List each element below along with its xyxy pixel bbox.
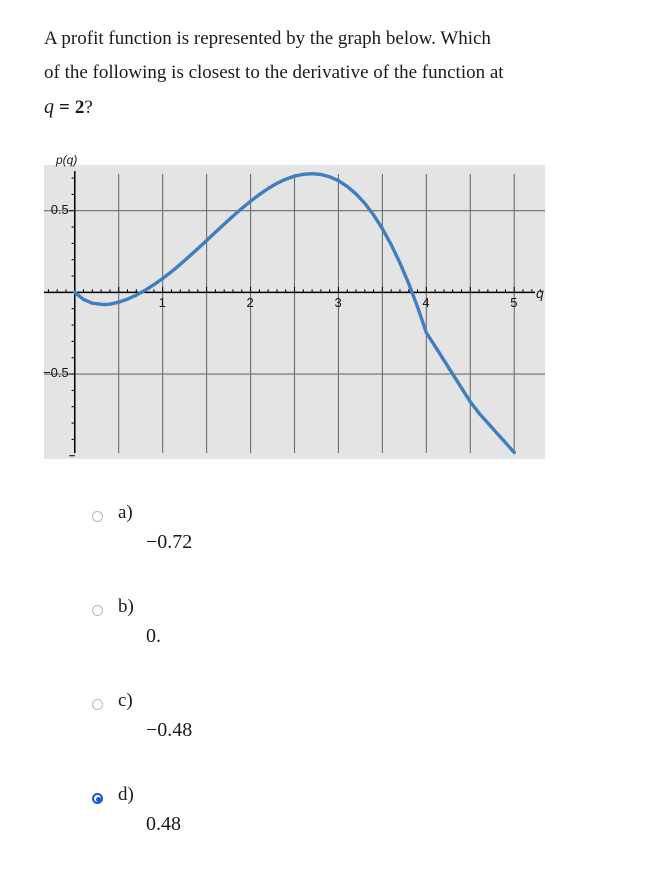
option-value: 0.48	[146, 813, 181, 835]
question-punctuation: ?	[84, 97, 93, 118]
x-tick-label: 2	[246, 295, 254, 311]
question-line-3: q = 2?	[44, 90, 624, 125]
option-value: 0.	[146, 625, 161, 647]
question-line-1: A profit function is represented by the …	[44, 28, 491, 49]
gridlines-group	[44, 174, 545, 453]
x-tick-label: 5	[510, 295, 518, 311]
answer-option-a[interactable]: a) −0.72	[0, 502, 666, 599]
plot-canvas	[44, 171, 545, 457]
profit-function-graph: p(q) q 1 2 3 4 5 0.5 −0.5	[43, 153, 545, 459]
answer-options-list: a) −0.72 b) 0. c) −0.48 d) 0.48	[0, 502, 666, 881]
radio-button[interactable]	[92, 699, 103, 710]
question-value: 2	[74, 97, 85, 118]
radio-button[interactable]	[92, 605, 103, 616]
answer-option-d[interactable]: d) 0.48	[0, 784, 666, 881]
option-value: −0.48	[146, 719, 193, 741]
y-axis-label: p(q)	[56, 153, 78, 167]
axes-group	[44, 171, 535, 453]
x-tick-label: 3	[334, 295, 342, 311]
x-tick-label: 4	[422, 295, 430, 311]
question-equals: =	[59, 97, 70, 118]
question-variable: q	[44, 96, 54, 118]
option-letter: c)	[118, 690, 133, 711]
option-value: −0.72	[146, 531, 193, 553]
option-letter: a)	[118, 502, 133, 523]
x-tick-label: 1	[158, 295, 166, 311]
radio-button-selected[interactable]	[92, 793, 103, 804]
x-axis-label: q	[536, 285, 544, 301]
answer-option-c[interactable]: c) −0.48	[0, 690, 666, 787]
radio-button[interactable]	[92, 511, 103, 522]
option-letter: b)	[118, 596, 134, 617]
y-tick-label: −0.5	[43, 365, 69, 381]
y-tick-label: 0.5	[50, 201, 69, 217]
option-letter: d)	[118, 784, 134, 805]
answer-option-b[interactable]: b) 0.	[0, 596, 666, 693]
question-line-2: of the following is closest to the deriv…	[44, 62, 504, 83]
question-prompt: A profit function is represented by the …	[44, 22, 624, 125]
